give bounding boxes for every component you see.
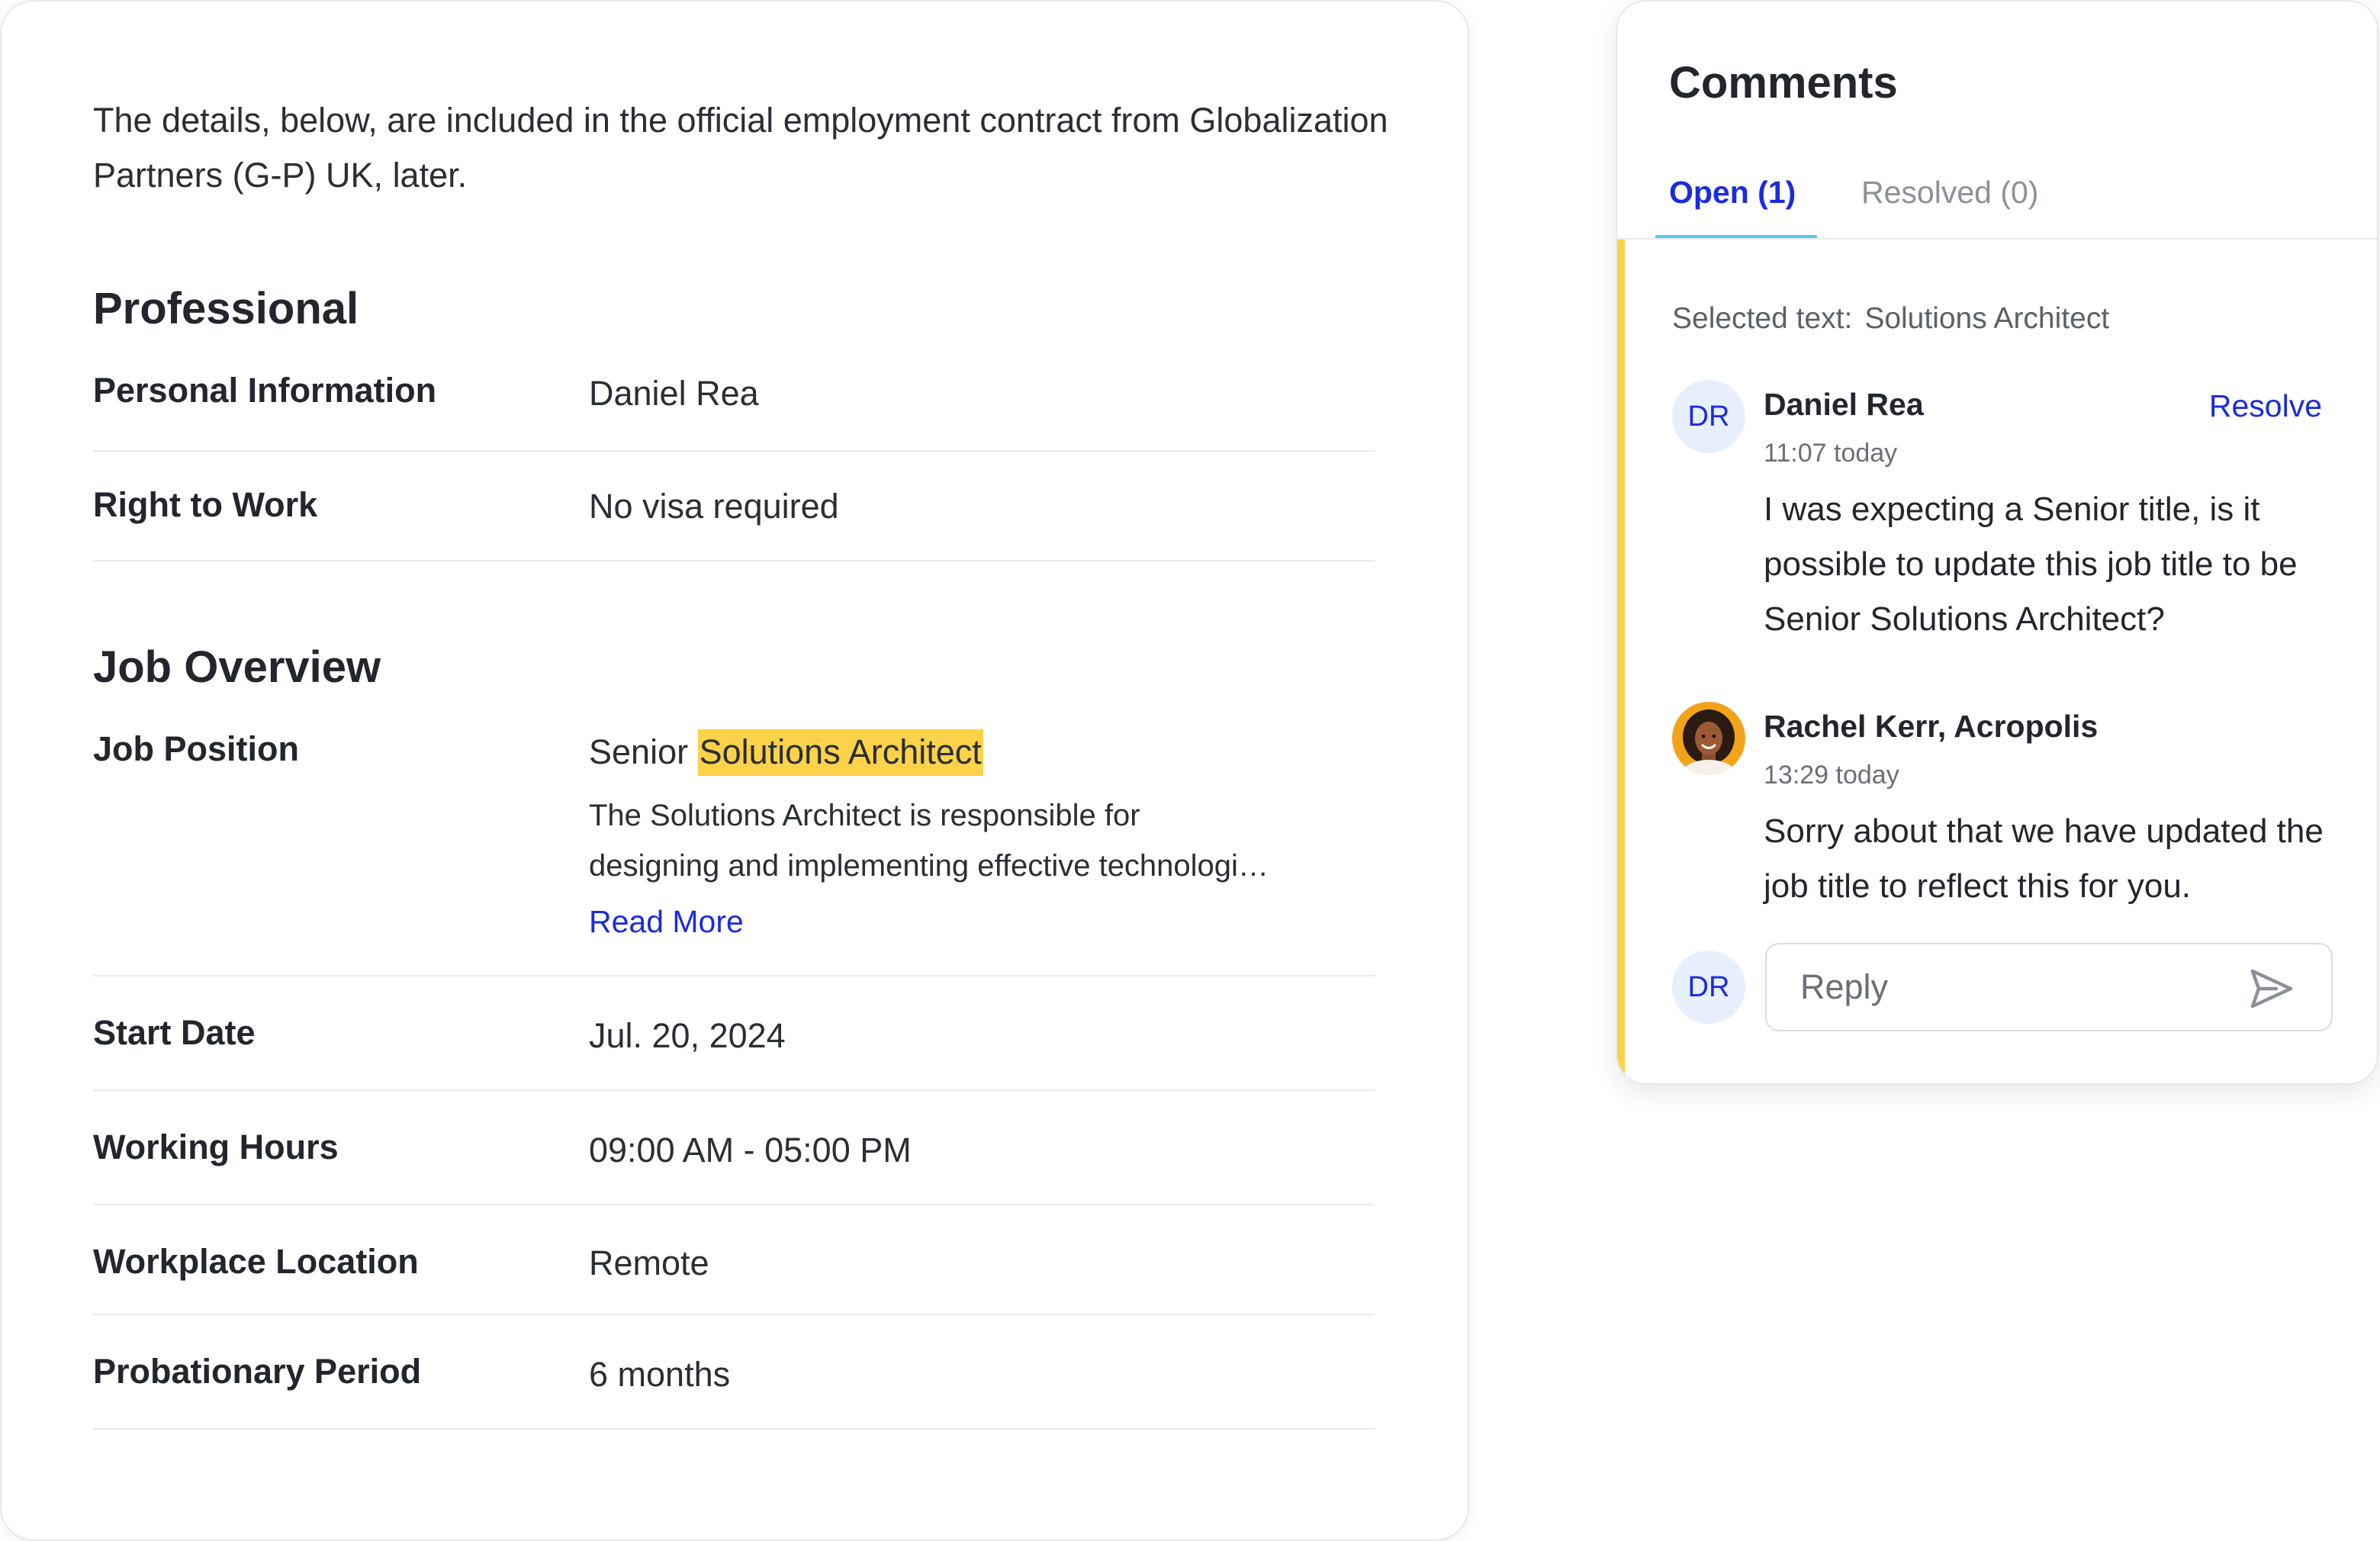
row-divider <box>93 1204 1375 1205</box>
tab-resolved[interactable]: Resolved (0) <box>1861 171 2038 214</box>
label-probationary-period: Probationary Period <box>93 1352 422 1391</box>
contract-details-panel: The details, below, are included in the … <box>0 0 1469 1541</box>
resolve-button[interactable]: Resolve <box>2209 384 2322 427</box>
section-title-professional: Professional <box>93 284 359 333</box>
row-divider <box>93 450 1375 452</box>
label-working-hours: Working Hours <box>93 1128 339 1166</box>
value-personal-information: Daniel Rea <box>589 374 759 413</box>
label-workplace-location: Workplace Location <box>93 1242 419 1281</box>
avatar-daniel-rea: DR <box>1672 380 1745 453</box>
label-job-position: Job Position <box>93 729 299 768</box>
user-photo-avatar-icon <box>1672 702 1745 775</box>
comment-text: Sorry about that we have updated the job… <box>1764 812 2324 905</box>
comment-author: Rachel Kerr, Acropolis <box>1764 709 2099 744</box>
row-divider <box>93 1428 1375 1430</box>
value-working-hours: 09:00 AM - 05:00 PM <box>589 1131 912 1169</box>
highlighted-selected-text[interactable]: Solutions Architect <box>697 729 983 776</box>
comment-timestamp: 11:07 today <box>1764 439 1898 468</box>
comment-timestamp: 13:29 today <box>1764 761 1899 790</box>
value-job-position: Senior Solutions Architect <box>589 729 983 776</box>
value-workplace-location: Remote <box>589 1243 709 1282</box>
reply-box <box>1765 943 2333 1031</box>
row-divider <box>93 1314 1375 1315</box>
comment-text: I was expecting a Senior title, is it po… <box>1764 491 2298 638</box>
label-right-to-work: Right to Work <box>93 485 318 524</box>
row-divider <box>93 1089 1375 1091</box>
reply-avatar: DR <box>1672 951 1745 1024</box>
row-divider <box>93 975 1375 976</box>
send-icon[interactable] <box>2249 967 2295 1010</box>
selected-text-reference: Selected text: Solutions Architect <box>1672 298 2109 340</box>
label-start-date: Start Date <box>93 1013 256 1052</box>
job-description: The Solutions Architect is responsible f… <box>589 790 1275 891</box>
selected-text-value: Solutions Architect <box>1864 302 2110 335</box>
label-personal-information: Personal Information <box>93 371 437 410</box>
read-more-link[interactable]: Read More <box>589 900 744 943</box>
reply-input[interactable] <box>1800 963 2227 1012</box>
value-probationary-period: 6 months <box>589 1355 731 1394</box>
comments-title: Comments <box>1669 58 1898 108</box>
section-title-job-overview: Job Overview <box>93 642 381 692</box>
job-position-prefix: Senior <box>589 732 689 771</box>
comment-author: Daniel Rea <box>1764 387 1924 422</box>
tab-open[interactable]: Open (1) <box>1669 171 1796 214</box>
comments-panel: Comments Open (1) Resolved (0) Selected … <box>1616 0 2378 1085</box>
value-start-date: Jul. 20, 2024 <box>589 1016 786 1055</box>
row-divider <box>93 560 1375 561</box>
intro-text: The details, below, are included in the … <box>93 101 1388 195</box>
tabs-divider <box>1617 238 2377 240</box>
job-description-line: designing and implementing effective tec… <box>589 849 1275 883</box>
job-description-line: The Solutions Architect is responsible f… <box>589 799 1140 832</box>
selected-text-label: Selected text: <box>1672 302 1853 335</box>
thread-accent-bar <box>1617 240 1625 1083</box>
value-right-to-work: No visa required <box>589 487 839 526</box>
